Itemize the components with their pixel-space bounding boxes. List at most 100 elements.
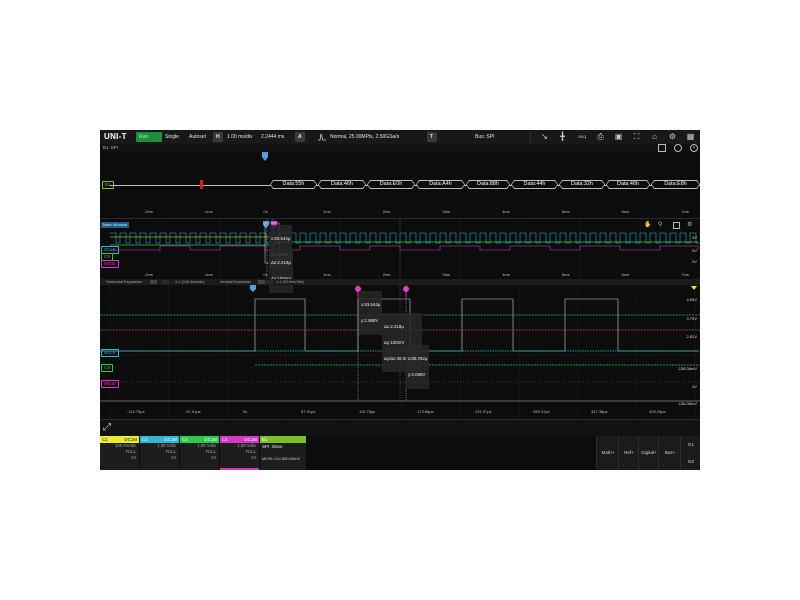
main-axis-tick: 7ms (681, 272, 689, 277)
decode-packet[interactable]: Data:46h (318, 180, 366, 189)
g2-button[interactable]: G2 (680, 453, 700, 470)
overview-axis-tick: 4ms (502, 209, 510, 214)
main-level-label-1: 3V (692, 235, 697, 240)
zoom-cursor-b-y: y:3.088V (408, 372, 426, 378)
timebase-value[interactable]: 1.00 ms/div (224, 132, 256, 142)
main-axis-tick: 0s (263, 272, 267, 277)
main-cursor-a-x: x:83.544µ (271, 236, 291, 242)
decode-packet-label: Data:E8h (664, 181, 687, 187)
bus-card-b1[interactable]: B1 SPI Slave MOSI:>C4 500.00mV (260, 436, 306, 470)
settings-icon[interactable]: ⚙ (668, 132, 677, 141)
window-circle-icon[interactable] (674, 144, 682, 152)
overview-axis-tick: 6ms (621, 209, 630, 214)
acquire-menu-button[interactable]: A (295, 132, 305, 142)
zoom-sclk-tag[interactable]: SCLK (101, 349, 119, 357)
bus-source: MOSI:>C4 500.00mV (262, 456, 301, 461)
zoom-axis-tick: 57.91µs (301, 409, 316, 414)
single-button[interactable]: Single (162, 132, 182, 142)
zoom-axis-tick: -57.91µs (185, 409, 201, 414)
overview-axis-tick: 1ms (323, 209, 331, 214)
vertical-expansion-toggle[interactable] (258, 280, 265, 284)
zoom-cursor-a-y: y:2.988V (361, 318, 379, 324)
main-axis-tick: 2ms (383, 272, 391, 277)
window-close-icon[interactable]: × (690, 144, 698, 152)
decode-packet[interactable]: Data:44h (511, 180, 558, 189)
trigger-menu-button[interactable]: T (427, 132, 437, 142)
save-icon[interactable]: ▣ (614, 132, 623, 141)
overview-axis-tick: 0s (263, 209, 268, 214)
channel-card-c2[interactable]: C2 DC1M 1.00 V/div FULL 1X (140, 436, 179, 470)
window-square-icon[interactable] (658, 144, 666, 152)
brand-logo: UNI-T (104, 132, 127, 141)
horizontal-expansion-toggle[interactable] (150, 280, 157, 284)
decode-error-marker (200, 180, 203, 189)
vertical-expansion-toggle-2[interactable] (266, 280, 273, 284)
horizontal-menu-button[interactable]: H (213, 132, 223, 142)
zoom-mosi-tag[interactable]: MOSI (101, 380, 119, 388)
channel-name: C1 (102, 437, 108, 442)
zoom-volt-label-2: 3.75V (686, 316, 697, 321)
cursor-icon[interactable]: ╋ (558, 132, 567, 141)
g1-button[interactable]: G1 (680, 436, 700, 454)
zoom-cursor-b-x: x:85.762µ (408, 356, 428, 362)
decode-packet[interactable]: Data:46h (606, 180, 650, 189)
decode-packet-label: Data:32h (571, 181, 593, 187)
overview-axis-tick: -1ms (203, 209, 213, 214)
digital-add-button[interactable]: Digital+ (638, 436, 659, 470)
measure-icon[interactable]: ↘ (540, 132, 549, 141)
decode-channel-tag[interactable]: B1 (102, 181, 114, 189)
math-add-button[interactable]: Math+ (596, 436, 619, 470)
main-axis-tick: 1ms (323, 272, 331, 277)
acquisition-mode-value[interactable]: Normal, 25.00MPts, 2.50GSa/s (327, 132, 402, 142)
bus-type: SPI (262, 444, 270, 449)
main-window: Main Window ✋ ⚲ ⚙ -2ms -1ms 0s 1ms 2ms 3ms 4ms… (100, 218, 700, 293)
decode-packet[interactable]: Data:88h (466, 180, 510, 189)
main-axis-tick: -2ms (144, 272, 153, 277)
horizontal-position-value[interactable]: 2.2444 ms (258, 132, 287, 142)
zoom-cs-tag[interactable]: CS (101, 364, 114, 372)
decode-packet-label: Data:A4h (429, 181, 452, 187)
main-level-label-2: 0V (692, 248, 697, 253)
home-icon[interactable]: ⌂ (650, 132, 659, 141)
main-axis-tick: 6ms (622, 272, 630, 277)
trigger-position-marker[interactable] (261, 152, 269, 162)
decode-packet[interactable]: Data:55h (270, 180, 317, 189)
bus-type-row: SPI Slave (260, 443, 306, 450)
decode-packet-label: Data:46h (617, 181, 639, 187)
channel-coupling: DC1M (124, 437, 137, 442)
ref-add-button[interactable]: Ref+ (618, 436, 639, 470)
zoom-volt-label-6: -138.36mV (677, 401, 697, 406)
channel-card-c1[interactable]: C1 DC1M 100 mV/div FULL 1X (100, 436, 139, 470)
acquisition-waveform-icon (318, 133, 326, 141)
channel-card-c3-header: C3 DC1M (180, 436, 219, 443)
decode-packet[interactable]: Data:E8h (651, 180, 700, 189)
fullscreen-icon[interactable]: ⛶ (632, 132, 641, 141)
overview-axis-tick: 5ms (561, 209, 570, 214)
channel-coupling: DC1M (204, 437, 217, 442)
grid-apps-icon[interactable]: ▦ (686, 132, 695, 141)
channel-card-c4[interactable]: C4 DC1M 1.00 V/div FULL 1X (220, 436, 259, 470)
main-mosi-tag[interactable]: MOSI (101, 260, 119, 268)
channel-coupling: DC1M (244, 437, 257, 442)
decode-packet[interactable]: Data:E0h (367, 180, 415, 189)
channel-card-c3[interactable]: C3 DC1M 1.00 V/div FULL 1X (180, 436, 219, 470)
trigger-source-value[interactable]: Bus: SPI (472, 132, 497, 142)
acquire-icon[interactable]: Acq (576, 132, 588, 141)
decode-packet[interactable]: Data:A4h (416, 180, 465, 189)
main-window-waveforms: -2ms -1ms 0s 1ms 2ms 3ms 4ms 5ms 6ms 7ms (100, 219, 700, 279)
decode-packet[interactable]: Data:32h (559, 180, 605, 189)
zoom-volt-label-5: 0V (692, 384, 697, 389)
print-icon[interactable]: ⎙ (596, 132, 605, 141)
main-axis-tick: -1ms (204, 272, 213, 277)
horizontal-expansion-toggle-2[interactable] (162, 280, 169, 284)
overview-axis-tick: 2ms (382, 209, 391, 214)
zoom-axis-tick: 289.47µs (533, 409, 550, 414)
zoom-axis-tick: 405.26µs (649, 409, 666, 414)
collapse-arrows-icon[interactable]: ⤢ (103, 422, 111, 434)
autoset-button[interactable]: Autoset (186, 132, 209, 142)
channel-name: C2 (142, 437, 148, 442)
zoom-axis-tick: 115.79µs (359, 409, 376, 414)
run-stop-button[interactable]: Run (136, 132, 162, 142)
zoom-cursor-a-x: x:83.544µ (361, 302, 381, 308)
bus-add-button[interactable]: Bus+ (658, 436, 681, 470)
